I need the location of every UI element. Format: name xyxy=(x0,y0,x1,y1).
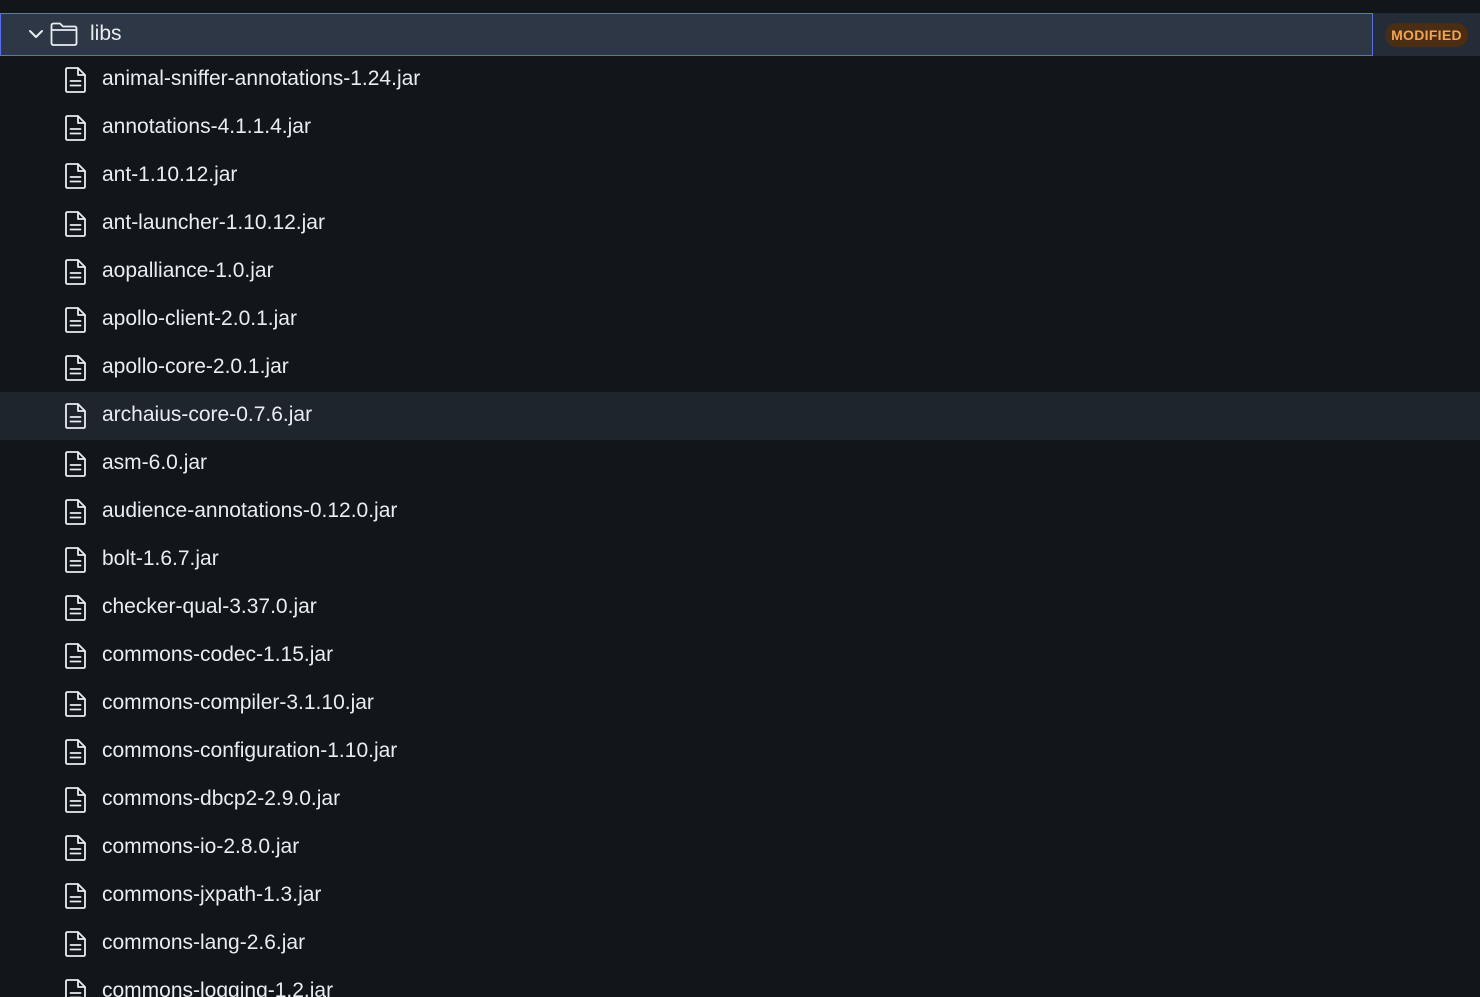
file-name: asm-6.0.jar xyxy=(102,451,208,474)
file-name: commons-logging-1.2.jar xyxy=(102,979,334,997)
file-row[interactable]: commons-jxpath-1.3.jar xyxy=(0,872,1480,920)
file-text-icon xyxy=(65,595,86,621)
file-name: archaius-core-0.7.6.jar xyxy=(102,403,313,426)
file-text-icon xyxy=(65,259,86,285)
top-strip xyxy=(0,0,1480,13)
file-row[interactable]: commons-io-2.8.0.jar xyxy=(0,824,1480,872)
file-text-icon xyxy=(65,451,86,477)
file-row[interactable]: commons-logging-1.2.jar xyxy=(0,968,1480,997)
file-row[interactable]: commons-codec-1.15.jar xyxy=(0,632,1480,680)
file-row[interactable]: checker-qual-3.37.0.jar xyxy=(0,584,1480,632)
file-text-icon xyxy=(65,691,86,717)
file-text-icon xyxy=(65,547,86,573)
file-row[interactable]: commons-compiler-3.1.10.jar xyxy=(0,680,1480,728)
file-text-icon xyxy=(65,835,86,861)
file-row[interactable]: aopalliance-1.0.jar xyxy=(0,248,1480,296)
file-name: commons-dbcp2-2.9.0.jar xyxy=(102,787,341,810)
file-text-icon xyxy=(65,355,86,381)
file-row[interactable]: ant-launcher-1.10.12.jar xyxy=(0,200,1480,248)
file-row[interactable]: commons-configuration-1.10.jar xyxy=(0,728,1480,776)
file-text-icon xyxy=(65,67,86,93)
file-row[interactable]: apollo-client-2.0.1.jar xyxy=(0,296,1480,344)
file-row[interactable]: ant-1.10.12.jar xyxy=(0,152,1480,200)
file-row[interactable]: commons-dbcp2-2.9.0.jar xyxy=(0,776,1480,824)
file-name: commons-configuration-1.10.jar xyxy=(102,739,398,762)
chevron-down-icon[interactable] xyxy=(27,25,45,43)
file-text-icon xyxy=(65,115,86,141)
file-text-icon xyxy=(65,739,86,765)
file-text-icon xyxy=(65,643,86,669)
file-text-icon xyxy=(65,499,86,525)
file-name: apollo-client-2.0.1.jar xyxy=(102,307,297,330)
file-row[interactable]: audience-annotations-0.12.0.jar xyxy=(0,488,1480,536)
file-name: aopalliance-1.0.jar xyxy=(102,259,274,282)
file-name: commons-compiler-3.1.10.jar xyxy=(102,691,374,714)
file-list: animal-sniffer-annotations-1.24.jar anno… xyxy=(0,56,1480,997)
file-row[interactable]: annotations-4.1.1.4.jar xyxy=(0,104,1480,152)
file-text-icon xyxy=(65,403,86,429)
folder-icon xyxy=(50,22,78,46)
file-text-icon xyxy=(65,931,86,957)
file-name: annotations-4.1.1.4.jar xyxy=(102,115,311,138)
folder-row-main[interactable]: libs xyxy=(0,13,1373,56)
file-name: commons-jxpath-1.3.jar xyxy=(102,883,322,906)
file-name: ant-launcher-1.10.12.jar xyxy=(102,211,325,234)
file-text-icon xyxy=(65,883,86,909)
file-tree: libs MODIFIED animal-sniffer-annotations… xyxy=(0,0,1480,997)
file-name: checker-qual-3.37.0.jar xyxy=(102,595,317,618)
file-name: commons-lang-2.6.jar xyxy=(102,931,306,954)
folder-label: libs xyxy=(90,22,122,45)
file-row[interactable]: animal-sniffer-annotations-1.24.jar xyxy=(0,56,1480,104)
file-text-icon xyxy=(65,787,86,813)
modified-badge: MODIFIED xyxy=(1385,22,1468,47)
file-name: bolt-1.6.7.jar xyxy=(102,547,219,570)
file-row[interactable]: archaius-core-0.7.6.jar xyxy=(0,392,1480,440)
file-name: audience-annotations-0.12.0.jar xyxy=(102,499,398,522)
file-name: animal-sniffer-annotations-1.24.jar xyxy=(102,67,421,90)
folder-status-cell: MODIFIED xyxy=(1373,13,1480,56)
file-name: commons-codec-1.15.jar xyxy=(102,643,334,666)
file-name: commons-io-2.8.0.jar xyxy=(102,835,300,858)
file-row[interactable]: asm-6.0.jar xyxy=(0,440,1480,488)
file-text-icon xyxy=(65,211,86,237)
file-text-icon xyxy=(65,163,86,189)
file-row[interactable]: commons-lang-2.6.jar xyxy=(0,920,1480,968)
file-text-icon xyxy=(65,307,86,333)
folder-row-libs[interactable]: libs MODIFIED xyxy=(0,13,1480,56)
file-text-icon xyxy=(65,979,86,997)
file-row[interactable]: bolt-1.6.7.jar xyxy=(0,536,1480,584)
file-name: ant-1.10.12.jar xyxy=(102,163,238,186)
file-name: apollo-core-2.0.1.jar xyxy=(102,355,289,378)
file-row[interactable]: apollo-core-2.0.1.jar xyxy=(0,344,1480,392)
